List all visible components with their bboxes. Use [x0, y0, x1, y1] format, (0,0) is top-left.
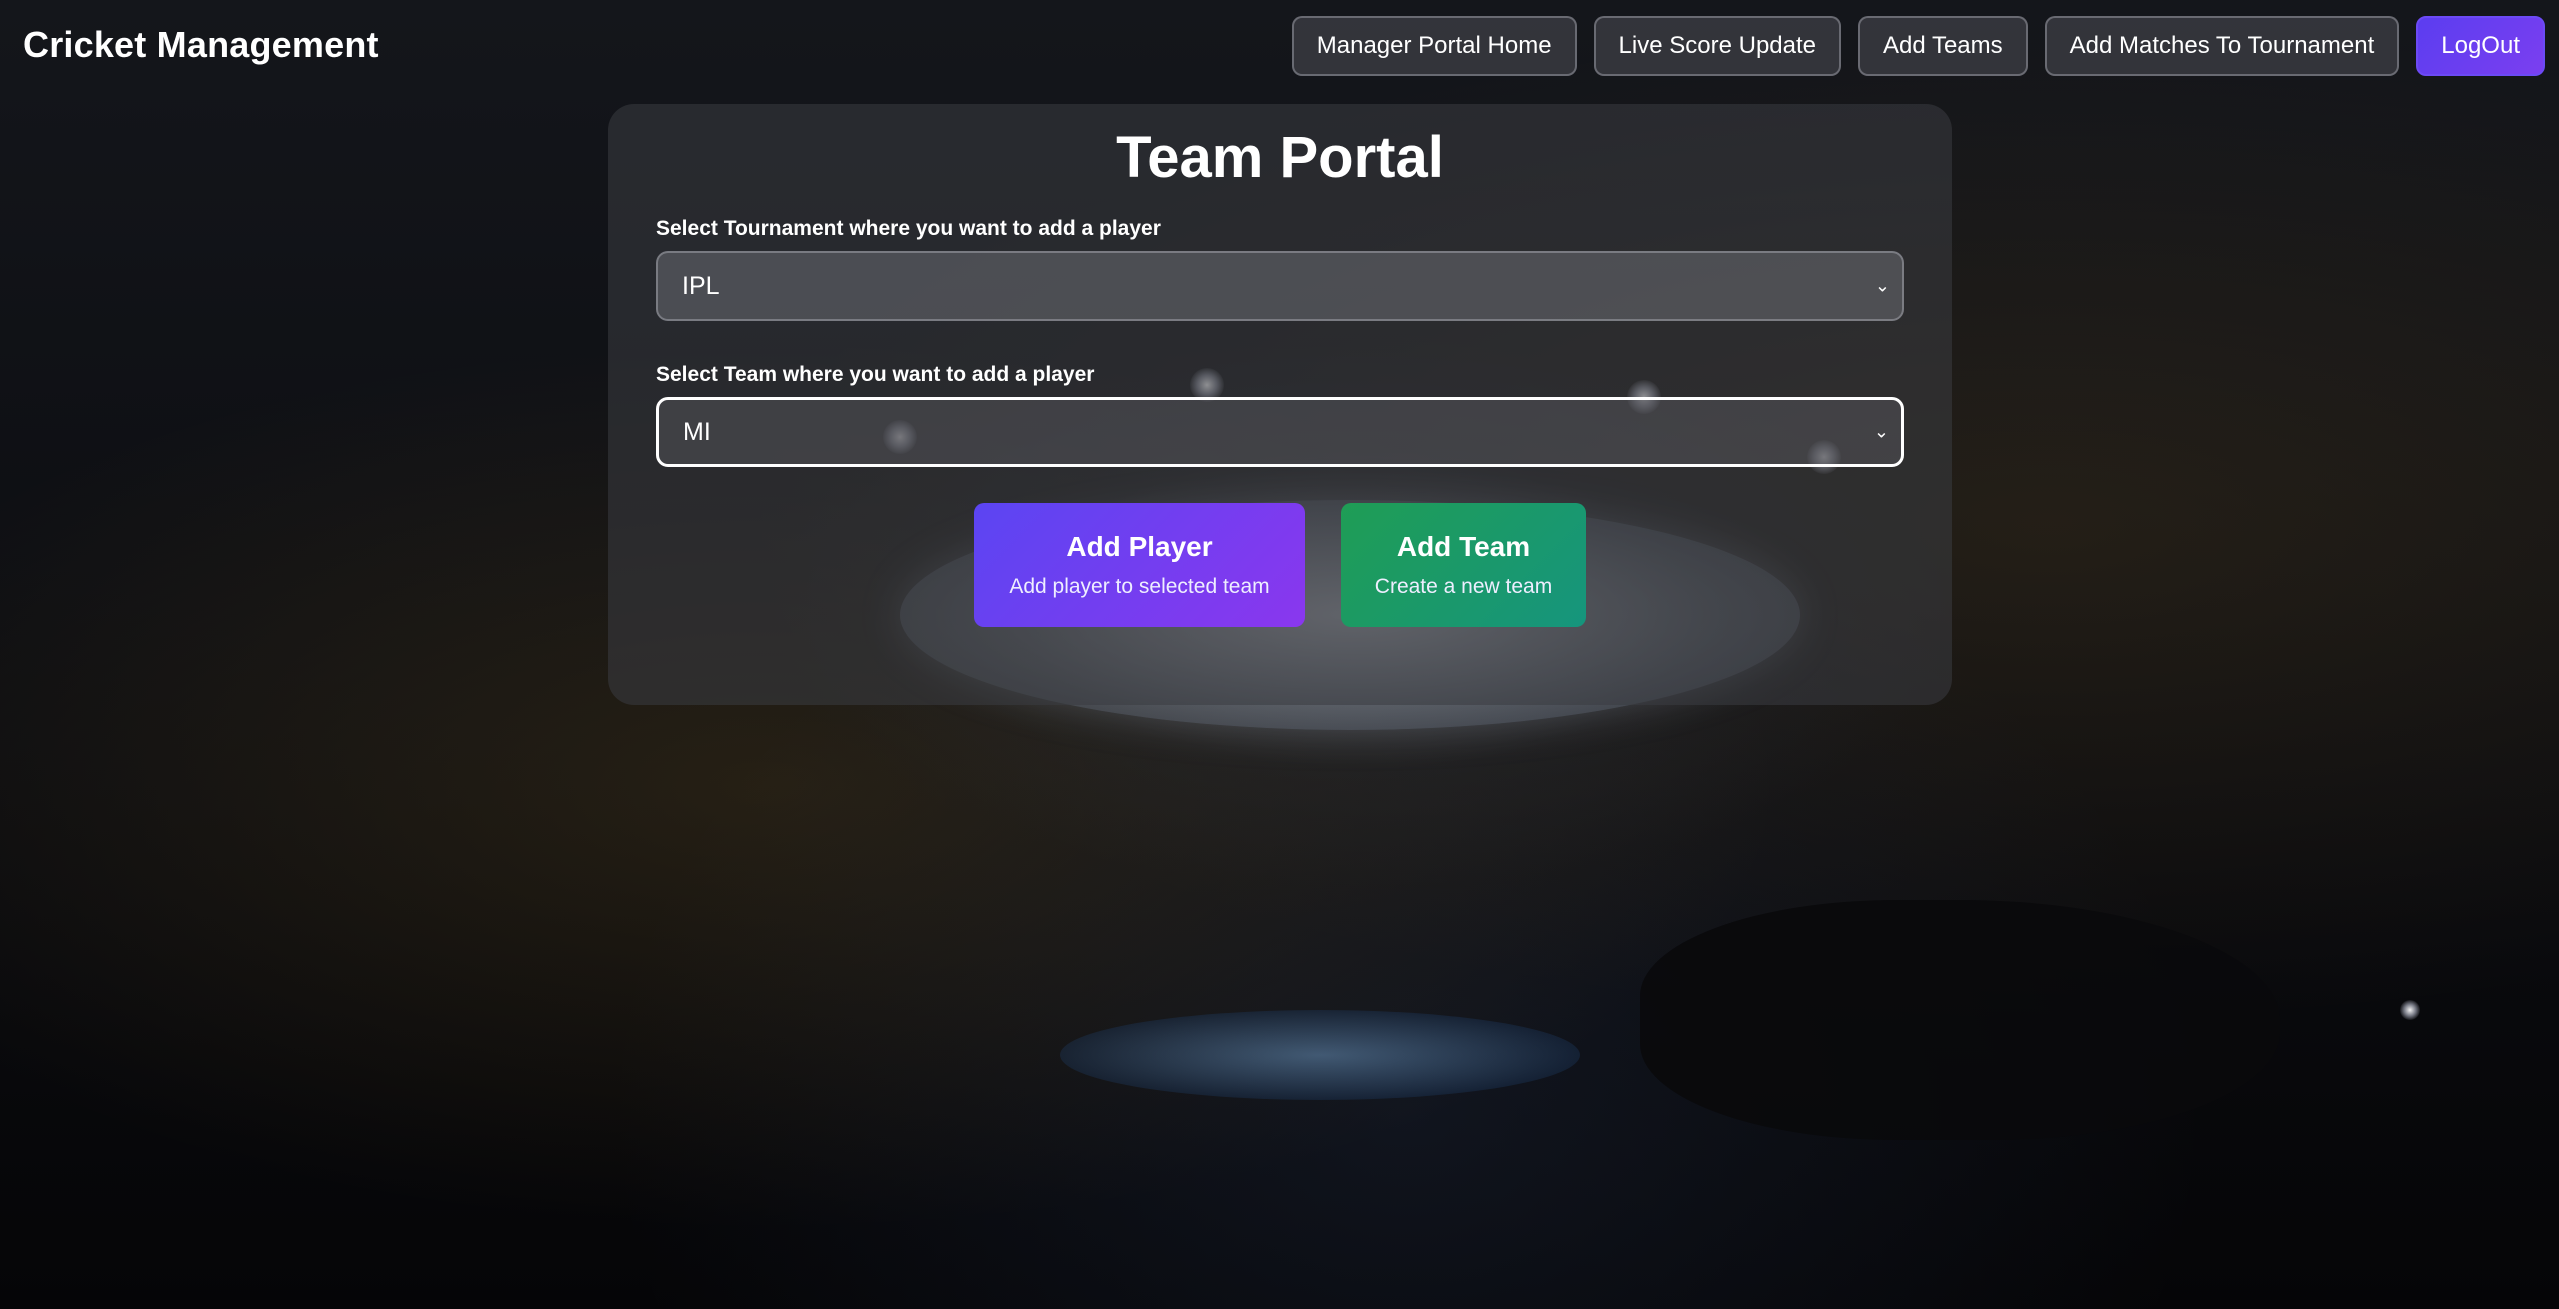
app-title: Cricket Management — [23, 24, 379, 65]
nav-live-score-update-button[interactable]: Live Score Update — [1593, 16, 1841, 76]
chevron-down-icon: ⌄ — [1874, 275, 1890, 296]
tournament-select-label: Select Tournament where you want to add … — [656, 217, 1161, 240]
top-nav: Manager Portal Home Live Score Update Ad… — [1291, 16, 2545, 76]
team-portal-panel: Team Portal Select Tournament where you … — [608, 104, 1952, 705]
nav-manager-portal-home-button[interactable]: Manager Portal Home — [1291, 16, 1577, 76]
add-team-button[interactable]: Add Team Create a new team — [1341, 503, 1586, 627]
nav-add-teams-button[interactable]: Add Teams — [1858, 16, 2028, 76]
chevron-down-icon: ⌄ — [1873, 421, 1889, 442]
action-buttons: Add Player Add player to selected team A… — [656, 503, 1904, 627]
logout-button[interactable]: LogOut — [2416, 16, 2545, 76]
add-player-subtitle: Add player to selected team — [1009, 575, 1270, 598]
add-player-title: Add Player — [1066, 531, 1213, 562]
page-title: Team Portal — [1116, 125, 1444, 190]
add-player-button[interactable]: Add Player Add player to selected team — [974, 503, 1305, 627]
nav-add-matches-button[interactable]: Add Matches To Tournament — [2044, 16, 2400, 76]
tournament-select[interactable]: IPL ⌄ — [656, 251, 1904, 321]
team-select-value: MI — [683, 417, 711, 446]
tournament-select-value: IPL — [682, 271, 720, 300]
add-team-title: Add Team — [1396, 531, 1531, 562]
team-select-label: Select Team where you want to add a play… — [656, 363, 1095, 386]
add-team-subtitle: Create a new team — [1374, 575, 1553, 598]
team-select[interactable]: MI ⌄ — [656, 397, 1904, 467]
